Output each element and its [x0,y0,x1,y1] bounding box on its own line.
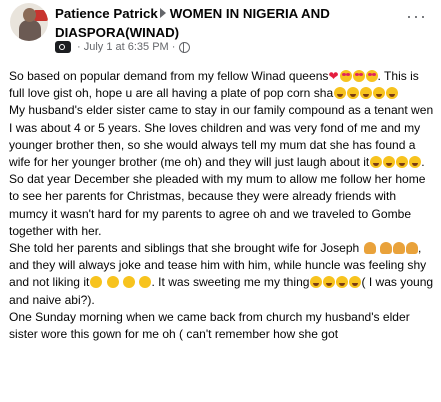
group-badge-icon [55,41,71,53]
arrow-right-icon [159,8,166,18]
paragraph-2: My husband's elder sister came to stay i… [9,102,435,240]
person-emoji-icon [379,242,392,255]
grin-emoji-icon [347,87,360,100]
person-emoji-icon [405,242,418,255]
paragraph-1: So based on popular demand from my fello… [9,68,435,102]
laughing-emoji-icon [349,276,362,289]
heart-eyes-emoji-icon [365,70,378,82]
heart-icon: ❤ [328,69,339,83]
post-meta: · July 1 at 6:35 PM · [55,41,191,53]
laughing-emoji-icon [323,276,336,289]
laughing-emoji-icon [310,276,323,289]
grin-emoji-icon [373,87,386,100]
more-options-button[interactable]: ··· [406,7,427,25]
paragraph-4: One Sunday morning when we came back fro… [9,309,435,343]
post-title: Patience Patrick WOMEN IN NIGERIA AND DIA… [55,4,400,42]
avatar-body [19,20,41,41]
heart-eyes-emoji-icon [352,70,365,82]
body-text: One Sunday morning when we came back fro… [9,309,410,342]
facebook-post: Patience Patrick WOMEN IN NIGERIA AND DIA… [0,0,441,402]
meta-dot: · [77,41,81,53]
meta-dot: · [171,41,176,53]
timestamp[interactable]: July 1 at 6:35 PM [84,41,169,53]
avatar[interactable] [10,3,48,41]
laughing-emoji-icon [383,156,396,169]
shy-emoji-icon [106,276,119,289]
globe-icon [179,41,191,53]
grin-emoji-icon [386,87,399,100]
grin-emoji-icon [334,87,347,100]
author-name[interactable]: Patience Patrick [55,6,158,21]
shy-emoji-icon [139,276,152,289]
post-body: So based on popular demand from my fello… [9,68,435,343]
shy-emoji-icon [90,276,103,289]
laughing-emoji-icon [370,156,383,169]
body-text: . It was sweeting me my thing [151,275,310,290]
heart-eyes-emoji-icon [339,70,352,82]
person-emoji-icon [363,242,376,255]
post-header: Patience Patrick WOMEN IN NIGERIA AND DIA… [0,0,441,62]
laughing-emoji-icon [336,276,349,289]
avatar-decor [34,10,48,21]
body-text: So based on popular demand from my fello… [9,69,329,83]
paragraph-3: She told her parents and siblings that s… [9,240,435,309]
laughing-emoji-icon [409,156,422,169]
avatar-head [23,8,36,22]
shy-emoji-icon [123,276,136,289]
grin-emoji-icon [360,87,373,100]
person-emoji-icon [392,242,405,255]
laughing-emoji-icon [396,156,409,169]
body-text: She told her parents and siblings that s… [9,241,360,256]
